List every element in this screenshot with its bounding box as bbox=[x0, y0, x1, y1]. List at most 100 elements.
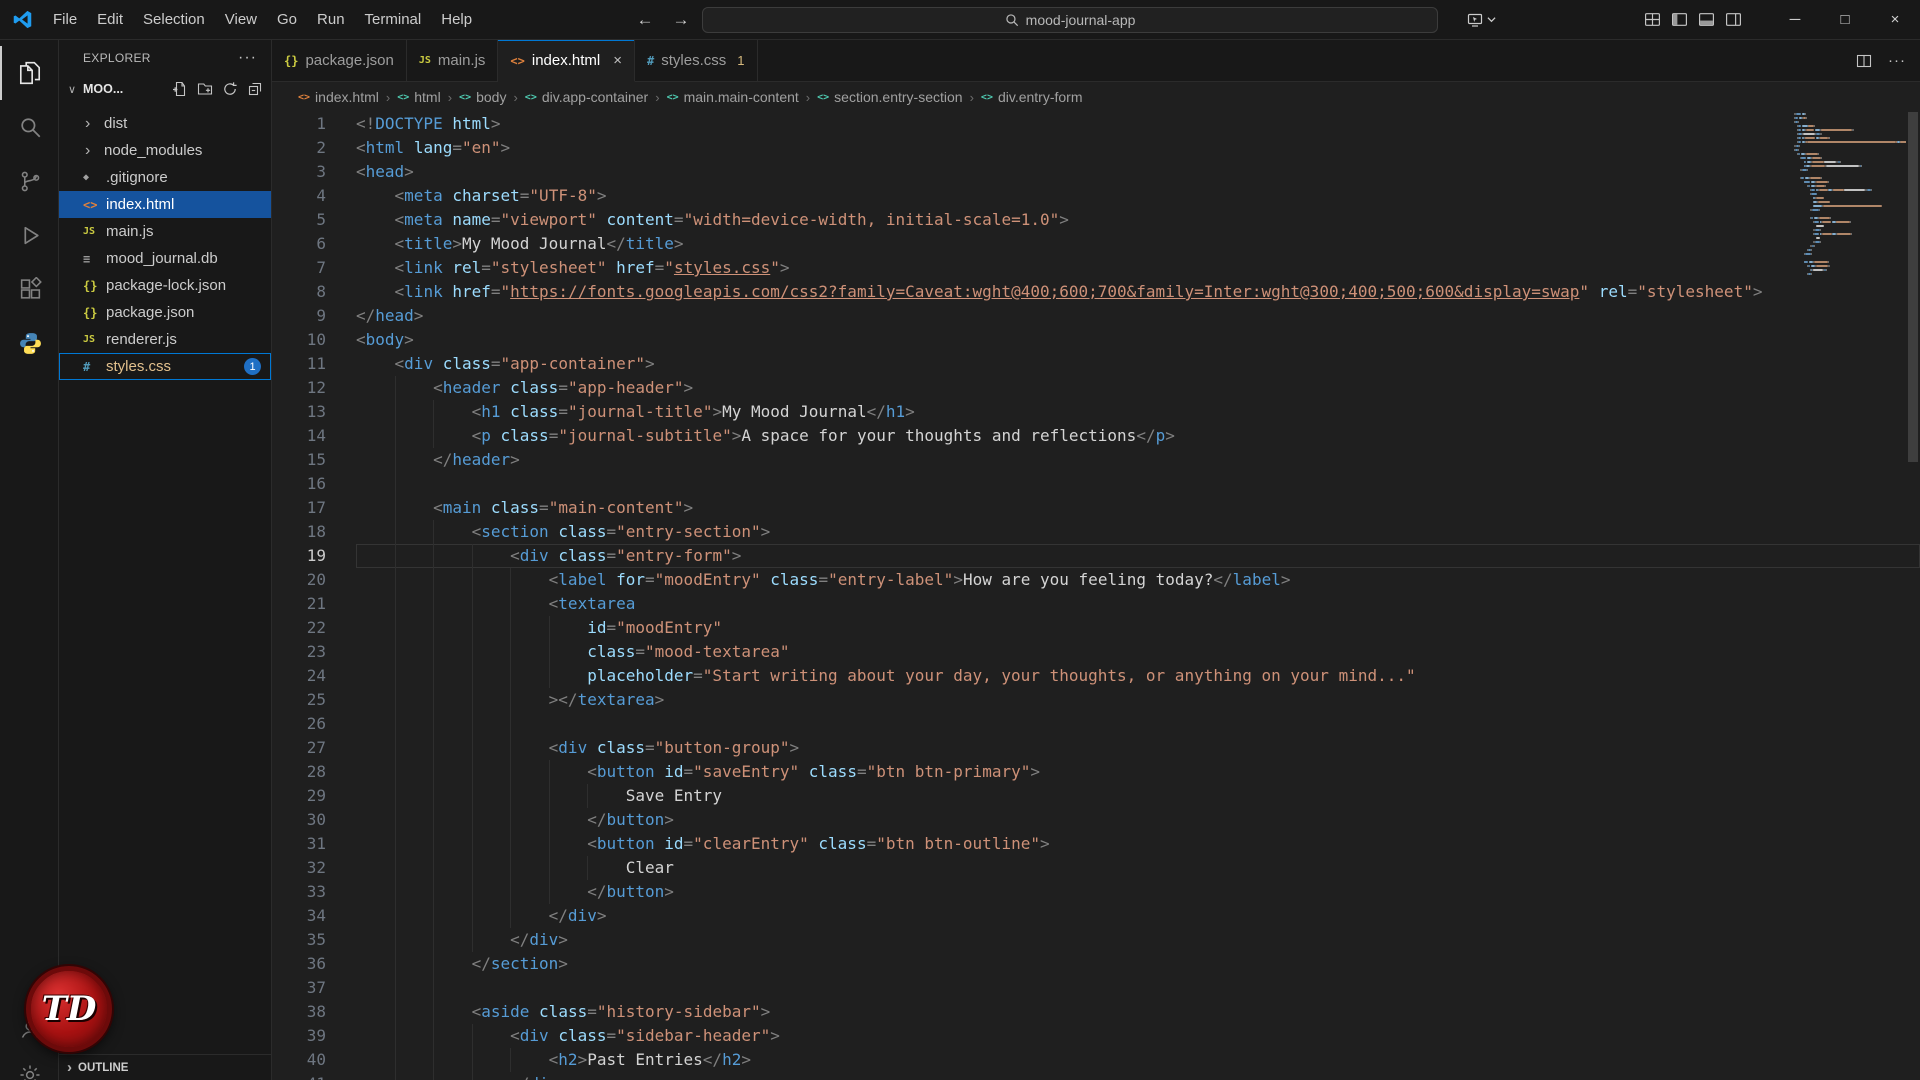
menu-go[interactable]: Go bbox=[267, 7, 307, 32]
refresh-button[interactable] bbox=[222, 81, 238, 97]
maximize-button[interactable]: □ bbox=[1820, 0, 1870, 40]
workspace-folder-header[interactable]: ∨ MOO... bbox=[59, 76, 271, 102]
code-line-9[interactable]: 9</head> bbox=[272, 304, 1920, 328]
breadcrumb-item-html[interactable]: <>html bbox=[397, 89, 441, 105]
explorer-activity-button[interactable] bbox=[0, 46, 58, 100]
extensions-activity-button[interactable] bbox=[0, 262, 58, 316]
code-line-39[interactable]: 39 <div class="sidebar-header"> bbox=[272, 1024, 1920, 1048]
code-line-1[interactable]: 1<!DOCTYPE html> bbox=[272, 112, 1920, 136]
code-line-31[interactable]: 31 <button id="clearEntry" class="btn bt… bbox=[272, 832, 1920, 856]
code-line-25[interactable]: 25 ></textarea> bbox=[272, 688, 1920, 712]
code-line-21[interactable]: 21 <textarea bbox=[272, 592, 1920, 616]
search-activity-button[interactable] bbox=[0, 100, 58, 154]
code-line-35[interactable]: 35 </div> bbox=[272, 928, 1920, 952]
close-icon[interactable]: × bbox=[613, 52, 622, 69]
editor-more-actions-icon[interactable]: ··· bbox=[1888, 52, 1906, 69]
menu-run[interactable]: Run bbox=[307, 7, 355, 32]
file-row-main.js[interactable]: JSmain.js bbox=[59, 218, 271, 245]
code-line-38[interactable]: 38 <aside class="history-sidebar"> bbox=[272, 1000, 1920, 1024]
code-line-6[interactable]: 6 <title>My Mood Journal</title> bbox=[272, 232, 1920, 256]
code-line-3[interactable]: 3<head> bbox=[272, 160, 1920, 184]
code-editor[interactable]: 1<!DOCTYPE html>2<html lang="en">3<head>… bbox=[272, 112, 1920, 1080]
new-folder-button[interactable] bbox=[197, 81, 213, 97]
run-debug-activity-button[interactable] bbox=[0, 208, 58, 262]
tab-styles.css[interactable]: #styles.css1 bbox=[635, 40, 757, 82]
collapse-all-button[interactable] bbox=[247, 81, 263, 97]
menu-help[interactable]: Help bbox=[431, 7, 482, 32]
code-line-10[interactable]: 10<body> bbox=[272, 328, 1920, 352]
code-line-23[interactable]: 23 class="mood-textarea" bbox=[272, 640, 1920, 664]
code-line-12[interactable]: 12 <header class="app-header"> bbox=[272, 376, 1920, 400]
outline-section-header[interactable]: › OUTLINE bbox=[59, 1054, 271, 1080]
source-control-activity-button[interactable] bbox=[0, 154, 58, 208]
code-line-20[interactable]: 20 <label for="moodEntry" class="entry-l… bbox=[272, 568, 1920, 592]
code-line-30[interactable]: 30 </button> bbox=[272, 808, 1920, 832]
code-line-32[interactable]: 32 Clear bbox=[272, 856, 1920, 880]
breadcrumb-item-div.entry-form[interactable]: <>div.entry-form bbox=[981, 89, 1083, 105]
code-line-13[interactable]: 13 <h1 class="journal-title">My Mood Jou… bbox=[272, 400, 1920, 424]
code-line-26[interactable]: 26 bbox=[272, 712, 1920, 736]
code-line-34[interactable]: 34 </div> bbox=[272, 904, 1920, 928]
code-line-36[interactable]: 36 </section> bbox=[272, 952, 1920, 976]
code-line-41[interactable]: 41 </div> bbox=[272, 1072, 1920, 1080]
menu-terminal[interactable]: Terminal bbox=[355, 7, 432, 32]
close-button[interactable]: × bbox=[1870, 0, 1920, 40]
code-line-2[interactable]: 2<html lang="en"> bbox=[272, 136, 1920, 160]
file-row-index.html[interactable]: <>index.html bbox=[59, 191, 271, 218]
file-row-.gitignore[interactable]: ◆.gitignore bbox=[59, 164, 271, 191]
customize-layout-icon[interactable] bbox=[1644, 11, 1661, 28]
file-row-mood_journal.db[interactable]: ≡mood_journal.db bbox=[59, 245, 271, 272]
forward-button[interactable]: → bbox=[666, 10, 696, 30]
breadcrumb-item-main.main-content[interactable]: <>main.main-content bbox=[667, 89, 799, 105]
file-row-dist[interactable]: ›dist bbox=[59, 110, 271, 137]
code-line-33[interactable]: 33 </button> bbox=[272, 880, 1920, 904]
toggle-primary-sidebar-icon[interactable] bbox=[1671, 11, 1688, 28]
code-line-11[interactable]: 11 <div class="app-container"> bbox=[272, 352, 1920, 376]
file-row-node_modules[interactable]: ›node_modules bbox=[59, 137, 271, 164]
tab-index.html[interactable]: <>index.html× bbox=[498, 40, 635, 82]
file-row-package-lock.json[interactable]: {}package-lock.json bbox=[59, 272, 271, 299]
code-line-28[interactable]: 28 <button id="saveEntry" class="btn btn… bbox=[272, 760, 1920, 784]
code-line-4[interactable]: 4 <meta charset="UTF-8"> bbox=[272, 184, 1920, 208]
code-line-17[interactable]: 17 <main class="main-content"> bbox=[272, 496, 1920, 520]
code-line-29[interactable]: 29 Save Entry bbox=[272, 784, 1920, 808]
menu-file[interactable]: File bbox=[43, 7, 87, 32]
menu-view[interactable]: View bbox=[215, 7, 267, 32]
menu-edit[interactable]: Edit bbox=[87, 7, 133, 32]
settings-gear-button[interactable] bbox=[0, 1052, 58, 1080]
breadcrumb-item-index.html[interactable]: <>index.html bbox=[298, 89, 379, 105]
code-line-14[interactable]: 14 <p class="journal-subtitle">A space f… bbox=[272, 424, 1920, 448]
file-row-package.json[interactable]: {}package.json bbox=[59, 299, 271, 326]
code-line-19[interactable]: 19 <div class="entry-form"> bbox=[272, 544, 1920, 568]
breadcrumb-item-section.entry-section[interactable]: <>section.entry-section bbox=[817, 89, 962, 105]
code-line-7[interactable]: 7 <link rel="stylesheet" href="styles.cs… bbox=[272, 256, 1920, 280]
new-file-button[interactable] bbox=[172, 81, 188, 97]
tab-package.json[interactable]: {}package.json bbox=[272, 40, 407, 82]
back-button[interactable]: ← bbox=[630, 10, 660, 30]
toggle-panel-icon[interactable] bbox=[1698, 11, 1715, 28]
code-line-18[interactable]: 18 <section class="entry-section"> bbox=[272, 520, 1920, 544]
minimize-button[interactable]: ─ bbox=[1770, 0, 1820, 40]
file-row-renderer.js[interactable]: JSrenderer.js bbox=[59, 326, 271, 353]
cast-icon[interactable] bbox=[1466, 12, 1496, 28]
scrollbar-thumb[interactable] bbox=[1908, 112, 1918, 462]
code-line-8[interactable]: 8 <link href="https://fonts.googleapis.c… bbox=[272, 280, 1920, 304]
code-line-5[interactable]: 5 <meta name="viewport" content="width=d… bbox=[272, 208, 1920, 232]
tab-main.js[interactable]: JSmain.js bbox=[407, 40, 499, 82]
toggle-secondary-sidebar-icon[interactable] bbox=[1725, 11, 1742, 28]
code-line-37[interactable]: 37 bbox=[272, 976, 1920, 1000]
code-line-24[interactable]: 24 placeholder="Start writing about your… bbox=[272, 664, 1920, 688]
breadcrumb-item-div.app-container[interactable]: <>div.app-container bbox=[525, 89, 648, 105]
menu-selection[interactable]: Selection bbox=[133, 7, 215, 32]
more-actions-icon[interactable]: ··· bbox=[238, 49, 257, 67]
code-line-22[interactable]: 22 id="moodEntry" bbox=[272, 616, 1920, 640]
code-line-16[interactable]: 16 bbox=[272, 472, 1920, 496]
split-editor-button[interactable] bbox=[1856, 53, 1872, 69]
vertical-scrollbar[interactable] bbox=[1906, 112, 1920, 1080]
file-row-styles.css[interactable]: #styles.css1 bbox=[59, 353, 271, 380]
code-line-15[interactable]: 15 </header> bbox=[272, 448, 1920, 472]
breadcrumb-item-body[interactable]: <>body bbox=[459, 89, 506, 105]
python-activity-button[interactable] bbox=[0, 316, 58, 370]
minimap[interactable] bbox=[1794, 112, 1906, 1080]
code-line-40[interactable]: 40 <h2>Past Entries</h2> bbox=[272, 1048, 1920, 1072]
